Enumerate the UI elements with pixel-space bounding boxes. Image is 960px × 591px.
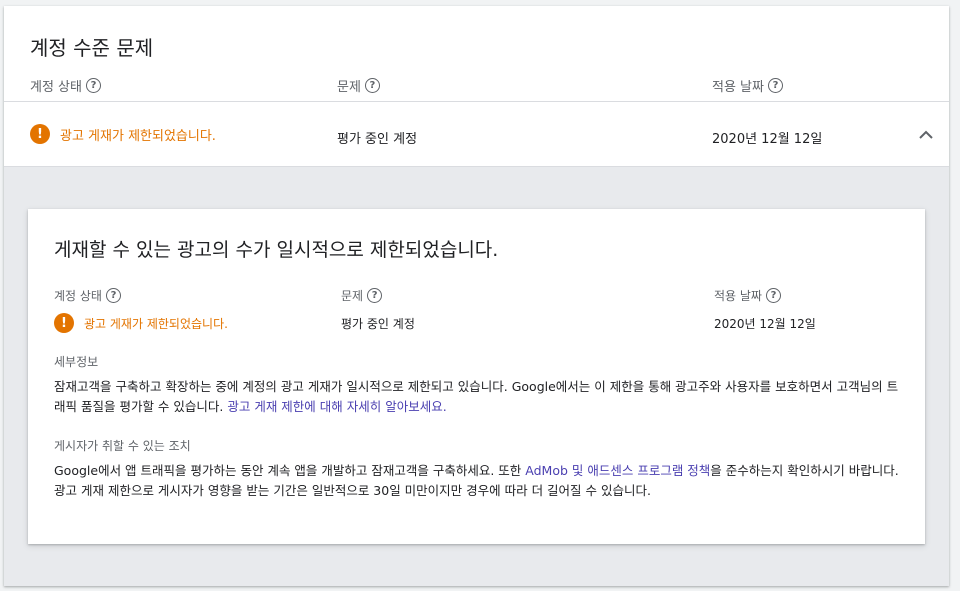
action-text-1: Google에서 앱 트래픽을 평가하는 동안 계속 앱을 개발하고 잠재고객을… — [54, 463, 526, 478]
learn-more-link[interactable]: 광고 게재 제한에 대해 자세히 알아보세요. — [227, 399, 446, 414]
column-header-status-label: 계정 상태 — [30, 80, 82, 95]
detail-header-date-label: 적용 날짜 — [714, 289, 762, 303]
column-header-issue: 문제 ? — [337, 76, 380, 95]
column-header-issue-label: 문제 — [337, 80, 361, 95]
row-issue: 평가 중인 계정 — [337, 132, 418, 147]
help-icon[interactable]: ? — [765, 288, 781, 303]
warning-icon: ! — [54, 313, 74, 333]
detail-header-issue: 문제 ? — [341, 287, 383, 304]
help-icon[interactable]: ? — [105, 288, 121, 303]
detail-status-text: 광고 게재가 제한되었습니다. — [84, 316, 228, 331]
row-date: 2020년 12월 12일 — [712, 132, 823, 147]
table-row[interactable]: ! 광고 게재가 제한되었습니다. 평가 중인 계정 2020년 12월 12일 — [4, 102, 949, 166]
detail-issue: 평가 중인 계정 — [341, 317, 415, 331]
column-header-date: 적용 날짜 ? — [712, 76, 783, 95]
info-heading: 세부정보 — [54, 355, 99, 369]
detail-card: 게재할 수 있는 광고의 수가 일시적으로 제한되었습니다. 계정 상태 ? 문… — [28, 209, 925, 544]
help-icon[interactable]: ? — [367, 288, 383, 303]
action-heading: 게시자가 취할 수 있는 조치 — [54, 439, 191, 453]
detail-status: ! 광고 게재가 제한되었습니다. — [54, 313, 228, 333]
section-title: 계정 수준 문제 — [30, 36, 154, 60]
detail-header-status: 계정 상태 ? — [54, 287, 121, 304]
chevron-up-icon[interactable] — [914, 122, 938, 146]
column-header-status: 계정 상태 ? — [30, 76, 101, 95]
detail-header-date: 적용 날짜 ? — [714, 287, 781, 304]
account-issues-card: 계정 수준 문제 계정 상태 ? 문제 ? 적용 날짜 ? ! 광고 게재가 제… — [4, 6, 949, 586]
help-icon[interactable]: ? — [364, 78, 380, 93]
row-status: ! 광고 게재가 제한되었습니다. — [30, 124, 216, 144]
action-paragraph: Google에서 앱 트래픽을 평가하는 동안 계속 앱을 개발하고 잠재고객을… — [54, 461, 902, 501]
detail-title: 게재할 수 있는 광고의 수가 일시적으로 제한되었습니다. — [54, 239, 499, 261]
expanded-detail-area: 게재할 수 있는 광고의 수가 일시적으로 제한되었습니다. 계정 상태 ? 문… — [4, 166, 949, 586]
detail-header-status-label: 계정 상태 — [54, 289, 102, 303]
help-icon[interactable]: ? — [85, 78, 101, 93]
column-header-date-label: 적용 날짜 — [712, 80, 764, 95]
info-paragraph: 잠재고객을 구축하고 확장하는 중에 계정의 광고 게재가 일시적으로 제한되고… — [54, 377, 902, 417]
detail-header-issue-label: 문제 — [341, 289, 364, 303]
info-text: 잠재고객을 구축하고 확장하는 중에 계정의 광고 게재가 일시적으로 제한되고… — [54, 379, 899, 414]
help-icon[interactable]: ? — [767, 78, 783, 93]
policy-link[interactable]: AdMob 및 애드센스 프로그램 정책 — [525, 463, 710, 478]
row-status-text: 광고 게재가 제한되었습니다. — [60, 128, 216, 144]
detail-date: 2020년 12월 12일 — [714, 317, 816, 331]
warning-icon: ! — [30, 124, 50, 144]
